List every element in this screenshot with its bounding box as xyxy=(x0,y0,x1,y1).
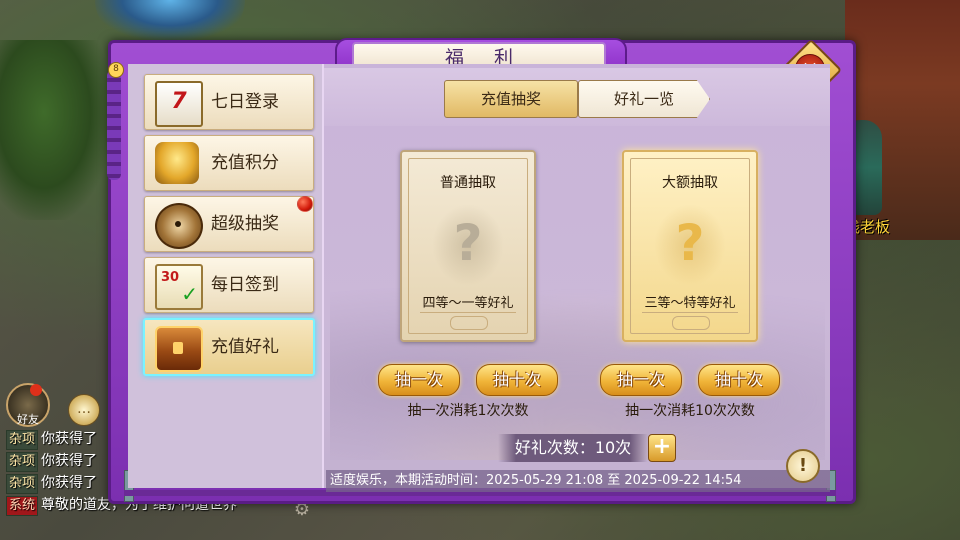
sidebar-item-label: 超级抽奖 xyxy=(211,214,279,234)
alert-dot-icon xyxy=(297,196,313,212)
normal-draw-once-button[interactable]: 抽一次 xyxy=(378,364,460,396)
card-title: 大额抽取 xyxy=(662,175,718,191)
normal-draw-ten-button[interactable]: 抽十次 xyxy=(476,364,558,396)
sidebar-item-label: 充值好礼 xyxy=(211,337,279,357)
normal-draw-card: 普通抽取 ? 四等～一等好礼 xyxy=(400,150,536,342)
card-divider xyxy=(642,312,738,313)
big-draw-once-button[interactable]: 抽一次 xyxy=(600,364,682,396)
checkmark-icon: ✓ xyxy=(181,282,198,306)
background-portal xyxy=(95,0,245,40)
add-count-button[interactable]: + xyxy=(648,434,676,462)
friend-alert-dot xyxy=(30,384,42,396)
compass-wheel-icon xyxy=(155,203,203,249)
sidebar-item-recharge-gifts[interactable]: 充值好礼 xyxy=(143,318,315,376)
activity-time-text: 适度娱乐，本期活动时间：2025-05-29 21:08 至 2025-09-2… xyxy=(330,473,742,488)
sidebar-item-label: 每日签到 xyxy=(211,275,279,295)
card-ornament xyxy=(450,316,488,330)
sidebar-item-recharge-points[interactable]: 充值积分 xyxy=(144,135,314,191)
sign-in-calendar-icon: 30 ✓ xyxy=(155,264,203,310)
question-mark-icon: ? xyxy=(453,214,483,272)
sidebar-item-seven-day-login[interactable]: 7 七日登录 xyxy=(144,74,314,130)
chat-message: 你获得了 xyxy=(41,431,98,447)
chat-channel-tag: 杂项 xyxy=(6,474,39,494)
tab-gift-overview[interactable]: 好礼一览 xyxy=(578,80,710,118)
friend-button[interactable]: 好友 xyxy=(6,383,50,427)
big-draw-ten-button[interactable]: 抽十次 xyxy=(698,364,780,396)
gold-ingot-icon xyxy=(155,142,199,184)
tassel-decoration xyxy=(107,70,121,180)
calendar-7-number: 7 xyxy=(171,89,187,114)
friend-label: 好友 xyxy=(17,413,39,426)
calendar-7-icon: 7 xyxy=(155,81,203,127)
question-mark-icon: ? xyxy=(675,214,705,272)
tab-recharge-lottery[interactable]: 充值抽奖 xyxy=(444,80,578,118)
card-title: 普通抽取 xyxy=(440,175,496,191)
card-reward-range: 三等～特等好礼 xyxy=(644,296,736,311)
sidebar-item-label: 充值积分 xyxy=(211,153,279,173)
big-draw-card: 大额抽取 ? 三等～特等好礼 xyxy=(622,150,758,342)
card-divider xyxy=(420,312,516,313)
chat-channel-tag: 杂项 xyxy=(6,452,39,472)
chat-bubble-icon[interactable]: … xyxy=(68,394,100,426)
chat-message: 你获得了 xyxy=(41,475,98,491)
chat-channel-tag: 杂项 xyxy=(6,430,39,450)
sidebar-item-super-lottery[interactable]: 超级抽奖 xyxy=(144,196,314,252)
card-reward-range: 四等～一等好礼 xyxy=(422,296,514,311)
chat-message: 你获得了 xyxy=(41,453,98,469)
tassel-badge: 8 xyxy=(108,62,124,78)
big-draw-cost: 抽一次消耗10次次数 xyxy=(625,403,755,419)
info-button[interactable]: ! xyxy=(786,449,820,483)
sidebar-item-daily-signin[interactable]: 30 ✓ 每日签到 xyxy=(144,257,314,313)
treasure-chest-icon xyxy=(155,326,203,372)
calendar-30-number: 30 xyxy=(161,270,180,285)
normal-draw-cost: 抽一次消耗1次次数 xyxy=(407,403,529,419)
gift-count: 好礼次数：10次 xyxy=(498,434,648,462)
chat-channel-tag-system: 系统 xyxy=(6,496,39,516)
sidebar-item-label: 七日登录 xyxy=(211,92,279,112)
background-tree xyxy=(0,40,110,220)
card-ornament xyxy=(672,316,710,330)
